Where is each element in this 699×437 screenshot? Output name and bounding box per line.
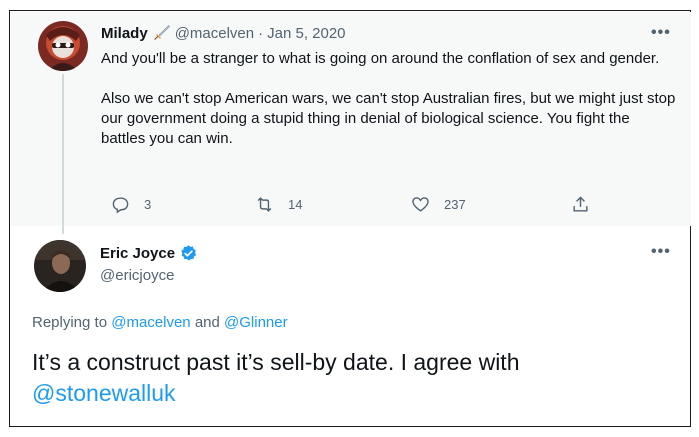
thread-connector-line [62, 74, 64, 234]
separator-dot: · [258, 24, 264, 42]
display-name[interactable]: Milady [101, 25, 148, 42]
handle[interactable]: @ericjoyce [100, 267, 174, 284]
tweet-thread-frame: Milady @macelven · Jan 5, 2020 ••• And y… [9, 10, 691, 427]
parent-tweet-text: And you'll be a stranger to what is goin… [101, 49, 676, 149]
main-tweet-author[interactable]: Eric Joyce [100, 244, 198, 263]
eric-joyce-avatar-image [34, 240, 86, 292]
replying-to-line: Replying to @macelven and @Glinner [32, 314, 288, 331]
share-button[interactable] [571, 195, 590, 214]
dagger-emoji-icon [153, 24, 171, 42]
heart-icon [412, 197, 429, 212]
milady-avatar-image [38, 21, 88, 71]
retweet-icon [257, 197, 272, 212]
replying-prefix: Replying to [32, 314, 108, 331]
mention-link[interactable]: @stonewalluk [32, 380, 176, 406]
tweet-actions: 3 14 237 [101, 195, 601, 217]
tweet-paragraph: And you'll be a stranger to what is goin… [101, 50, 660, 67]
share-icon [573, 196, 588, 212]
parent-tweet[interactable]: Milady @macelven · Jan 5, 2020 ••• And y… [11, 12, 691, 234]
tweet-paragraph: Also we can't stop American wars, we can… [101, 90, 676, 147]
like-button[interactable]: 237 [411, 195, 466, 214]
replying-user-link[interactable]: @Glinner [224, 314, 288, 331]
replying-and: and [194, 314, 220, 331]
avatar[interactable] [34, 240, 86, 292]
avatar[interactable] [38, 21, 88, 71]
reply-icon [112, 197, 129, 214]
verified-badge-icon [181, 245, 197, 261]
reply-count: 3 [144, 197, 152, 212]
main-tweet-text: It’s a construct past it’s sell-by date.… [32, 347, 672, 409]
like-count: 237 [444, 197, 466, 212]
display-name[interactable]: Eric Joyce [100, 245, 175, 262]
more-options-icon[interactable]: ••• [651, 24, 671, 42]
more-options-icon[interactable]: ••• [651, 243, 671, 261]
handle[interactable]: @macelven [175, 25, 254, 42]
tweet-date[interactable]: Jan 5, 2020 [267, 25, 345, 42]
reply-button[interactable]: 3 [111, 195, 151, 214]
retweet-count: 14 [288, 197, 303, 212]
retweet-button[interactable]: 14 [255, 195, 302, 214]
replying-user-link[interactable]: @macelven [111, 314, 190, 331]
tweet-text: It’s a construct past it’s sell-by date.… [32, 349, 520, 375]
parent-tweet-header: Milady @macelven · Jan 5, 2020 [101, 24, 346, 42]
